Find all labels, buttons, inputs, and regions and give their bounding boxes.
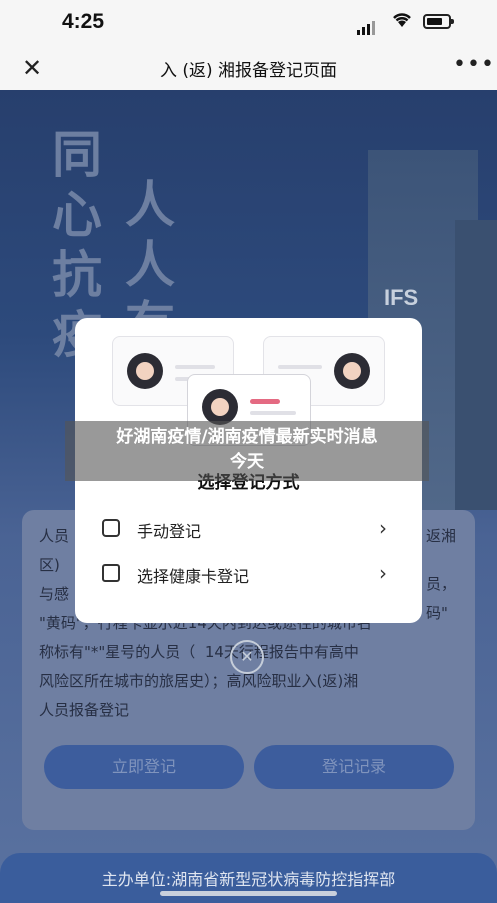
building-sign: IFS [384, 285, 419, 310]
info-text: 风险区所在城市的旅居史）；高风险职业入(返)湘 [39, 672, 359, 690]
option-manual-register[interactable]: 手动登记 › [75, 509, 422, 549]
info-text: 区) [39, 556, 60, 574]
info-text: 码" [426, 604, 448, 622]
edit-icon [102, 519, 120, 537]
watermark-line: 好湖南疫情/湖南疫情最新实时消息 [116, 427, 378, 447]
info-text: 与感 [39, 585, 70, 603]
option-label: 选择健康卡登记 [137, 567, 250, 586]
info-text: 员， [426, 575, 457, 593]
card-icon [102, 564, 120, 582]
signal-icon [357, 16, 377, 35]
register-now-button[interactable]: 立即登记 [44, 745, 244, 789]
illustration-line [250, 411, 296, 415]
more-icon[interactable]: ••• [453, 52, 495, 77]
nav-bar: ✕ 入 (返) 湘报备登记页面 ••• [0, 46, 497, 90]
home-indicator[interactable] [160, 891, 337, 896]
option-health-card-register[interactable]: 选择健康卡登记 › [75, 554, 422, 594]
watermark-line: 今天 [230, 452, 264, 472]
battery-icon [423, 14, 454, 29]
info-text: 返湘 [426, 527, 457, 545]
register-records-button[interactable]: 登记记录 [254, 745, 454, 789]
watermark-text: 好湖南疫情/湖南疫情最新实时消息 今天 [65, 425, 429, 475]
person-icon [127, 353, 163, 389]
page-title: 入 (返) 湘报备登记页面 [159, 61, 338, 81]
wifi-icon [393, 13, 411, 27]
status-bar: 4:25 [0, 0, 497, 46]
info-text: 人员 [39, 527, 70, 545]
person-icon [334, 353, 370, 389]
person-icon [202, 389, 238, 425]
watermark-banner: 好湖南疫情/湖南疫情最新实时消息 今天 [65, 421, 429, 481]
building-image [455, 220, 497, 510]
illustration-line [278, 365, 322, 369]
modal-dismiss-icon[interactable]: ✕ [230, 640, 264, 674]
chevron-right-icon: › [379, 561, 387, 585]
illustration-line [175, 365, 215, 369]
info-text: 人员报备登记 [39, 701, 130, 719]
status-time: 4:25 [62, 10, 105, 33]
info-text: 称标有"*"星号的人员（ 14天行程报告中有高中 [39, 643, 359, 661]
option-label: 手动登记 [137, 522, 202, 541]
organizer-text: 主办单位:湖南省新型冠状病毒防控指挥部 [101, 870, 396, 889]
illustration-line [250, 399, 280, 404]
chevron-right-icon: › [379, 516, 387, 540]
